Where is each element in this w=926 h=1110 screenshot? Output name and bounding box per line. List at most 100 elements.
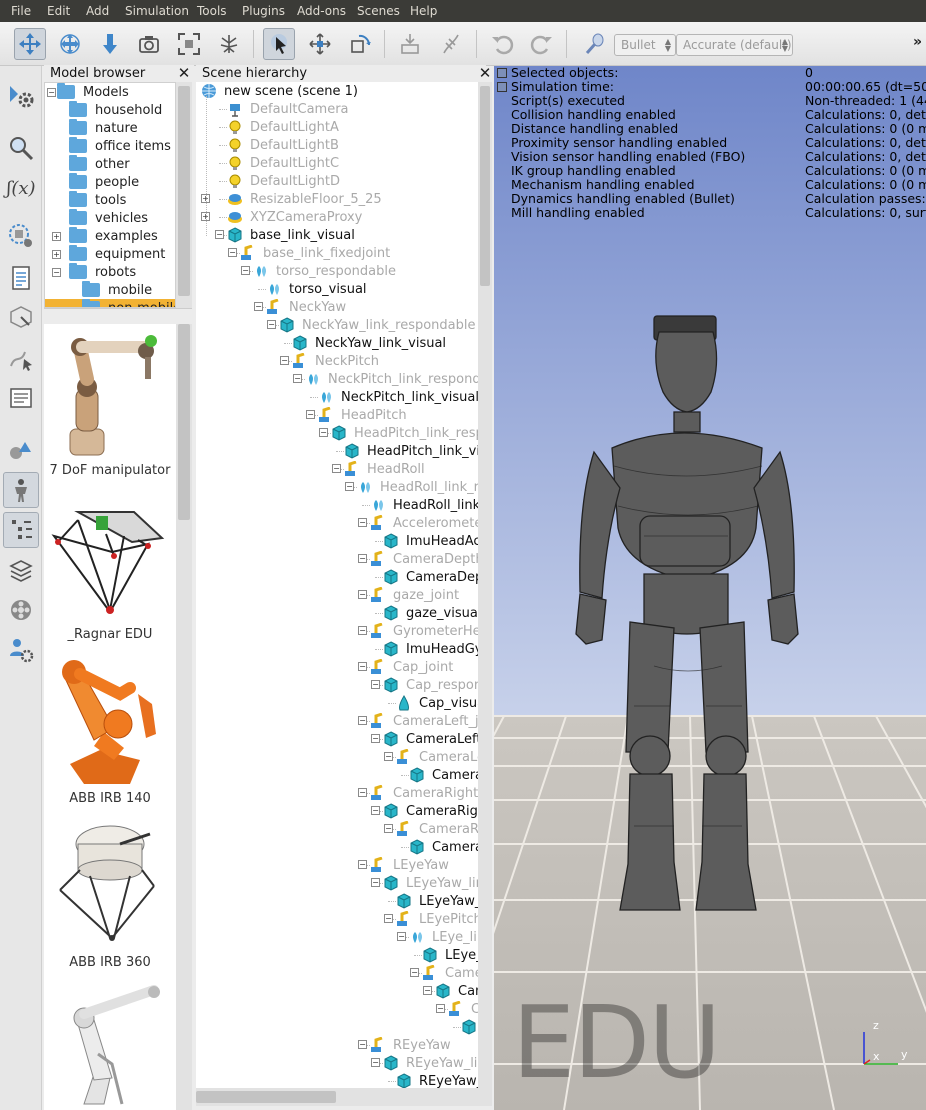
shape-edit-icon[interactable]: [3, 298, 39, 334]
menu-file[interactable]: File: [11, 4, 31, 18]
folder-office-items[interactable]: office items: [69, 137, 171, 155]
collapse-node-icon[interactable]: −: [228, 248, 237, 257]
hierarchy-row[interactable]: new scene (scene 1): [201, 82, 358, 100]
model-tree-scrollbar[interactable]: [176, 82, 192, 308]
collapse-node-icon[interactable]: −: [358, 788, 367, 797]
hierarchy-row[interactable]: LEye_link_respondable: [409, 928, 478, 946]
user-settings-icon[interactable]: [3, 632, 39, 668]
hierarchy-row[interactable]: HeadRoll_link_respondable: [357, 478, 478, 496]
collapse-node-icon[interactable]: −: [345, 482, 354, 491]
video-recorder-icon[interactable]: [3, 592, 39, 628]
scene-hierarchy-close-icon[interactable]: ✕: [478, 66, 492, 81]
thumbnails-scrollbar[interactable]: [176, 324, 192, 1110]
hierarchy-row[interactable]: DefaultCamera: [227, 100, 349, 118]
collapse-node-icon[interactable]: −: [358, 626, 367, 635]
folder-nature[interactable]: nature: [69, 119, 138, 137]
object-shift-icon[interactable]: [304, 28, 336, 60]
transfer-dna-icon[interactable]: [435, 28, 467, 60]
collapse-node-icon[interactable]: −: [410, 968, 419, 977]
menu-add[interactable]: Add: [86, 4, 109, 18]
hierarchy-row[interactable]: LEyePitch: [396, 910, 478, 928]
hierarchy-row[interactable]: NeckPitch_link_visual: [318, 388, 478, 406]
hierarchy-row[interactable]: HeadRoll_link_visual: [370, 496, 478, 514]
menu-scenes[interactable]: Scenes: [357, 4, 400, 18]
hierarchy-row[interactable]: DefaultLightC: [227, 154, 339, 172]
scene-hierarchy-toggle-icon[interactable]: [3, 512, 39, 548]
hierarchy-row[interactable]: AccelerometerHead: [370, 514, 478, 532]
hierarchy-row[interactable]: DefaultLightD: [227, 172, 340, 190]
hierarchy-row[interactable]: torso_respondable: [253, 262, 396, 280]
folder-non-mobile[interactable]: non-mobile: [45, 299, 175, 307]
accuracy-select[interactable]: Accurate (default) ▲ ▼: [676, 34, 793, 56]
document-icon[interactable]: [3, 260, 39, 296]
physics-engine-icon[interactable]: [578, 28, 610, 60]
hierarchy-row[interactable]: CameraRight_joint: [370, 784, 478, 802]
folder-tools[interactable]: tools: [69, 191, 126, 209]
collapse-node-icon[interactable]: −: [371, 680, 380, 689]
hierarchy-row[interactable]: CameraRight_visual: [383, 802, 478, 820]
hierarchy-row[interactable]: NeckYaw_link_respondable: [279, 316, 476, 334]
collapse-robots-icon[interactable]: −: [52, 268, 61, 277]
hierarchy-row[interactable]: CameraRight: [396, 820, 478, 838]
hierarchy-row[interactable]: CameraDepth: [370, 550, 478, 568]
layers-settings-icon[interactable]: [3, 218, 39, 254]
toolbar-overflow-button[interactable]: »: [913, 34, 922, 50]
hierarchy-row[interactable]: base_link_fixedjoint: [240, 244, 390, 262]
folder-robots[interactable]: robots: [69, 263, 136, 281]
collapse-node-icon[interactable]: −: [241, 266, 250, 275]
info-toggle-icon[interactable]: [497, 82, 507, 92]
assemble-icon[interactable]: [394, 28, 426, 60]
hierarchy-row[interactable]: NeckPitch: [292, 352, 379, 370]
hierarchy-row[interactable]: CameraLeftEye_vis: [461, 1018, 478, 1036]
collapse-node-icon[interactable]: −: [371, 734, 380, 743]
hierarchy-row[interactable]: HeadPitch_link_respondable: [331, 424, 478, 442]
hierarchy-row[interactable]: DefaultLightB: [227, 136, 339, 154]
collapse-node-icon[interactable]: −: [293, 374, 302, 383]
menu-help[interactable]: Help: [410, 4, 437, 18]
folder-mobile[interactable]: mobile: [82, 281, 152, 299]
hierarchy-row[interactable]: gaze_visual: [383, 604, 478, 622]
menu-addons[interactable]: Add-ons: [297, 4, 346, 18]
collapse-node-icon[interactable]: −: [267, 320, 276, 329]
hierarchy-row[interactable]: gaze_joint: [370, 586, 459, 604]
collapse-node-icon[interactable]: −: [358, 662, 367, 671]
hierarchy-row[interactable]: CameraLeft_visual2: [409, 766, 478, 784]
hierarchy-row[interactable]: CameraLeftEye: [422, 964, 478, 982]
collapse-node-icon[interactable]: −: [254, 302, 263, 311]
collapse-node-icon[interactable]: −: [371, 878, 380, 887]
click-select-icon[interactable]: [263, 28, 295, 60]
camera-pan-icon[interactable]: [14, 28, 46, 60]
simulation-settings-icon[interactable]: [3, 78, 39, 114]
collapse-node-icon[interactable]: −: [358, 554, 367, 563]
fly-icon[interactable]: [213, 28, 245, 60]
menu-edit[interactable]: Edit: [47, 4, 70, 18]
collapse-node-icon[interactable]: −: [358, 590, 367, 599]
folder-equipment[interactable]: equipment: [69, 245, 165, 263]
search-icon[interactable]: [3, 130, 39, 166]
hierarchy-row[interactable]: HeadPitch_link_visual: [344, 442, 478, 460]
collapse-node-icon[interactable]: −: [384, 752, 393, 761]
thumbnail-abb-robot[interactable]: [54, 984, 166, 1110]
model-browser-toggle-icon[interactable]: [3, 472, 39, 508]
hierarchy-row[interactable]: NeckYaw_link_visual: [292, 334, 446, 352]
collapse-node-icon[interactable]: −: [423, 986, 432, 995]
collapse-node-icon[interactable]: −: [319, 428, 328, 437]
menu-simulation[interactable]: Simulation: [125, 4, 189, 18]
undo-icon[interactable]: [486, 28, 518, 60]
menu-plugins[interactable]: Plugins: [242, 4, 285, 18]
hierarchy-row[interactable]: REyeYaw: [370, 1036, 451, 1054]
folder-examples[interactable]: examples: [69, 227, 158, 245]
collapse-node-icon[interactable]: −: [215, 230, 224, 239]
hierarchy-row[interactable]: Cap_respondable: [383, 676, 478, 694]
hierarchy-row[interactable]: ImuHeadAccelerometer: [383, 532, 478, 550]
collapse-node-icon[interactable]: −: [358, 518, 367, 527]
collapse-node-icon[interactable]: −: [280, 356, 289, 365]
collapse-models-icon[interactable]: −: [47, 88, 56, 97]
object-rotate-icon[interactable]: [344, 28, 376, 60]
folder-vehicles[interactable]: vehicles: [69, 209, 148, 227]
scene-viewport[interactable]: Selected objects: 0 Simulation time: 00:00:…: [494, 66, 926, 1110]
physics-engine-select[interactable]: Bullet ▲ ▼: [614, 34, 676, 56]
collapse-node-icon[interactable]: −: [397, 932, 406, 941]
layers-icon[interactable]: [3, 552, 39, 588]
hierarchy-row[interactable]: CameraDepth_visual: [383, 568, 478, 586]
